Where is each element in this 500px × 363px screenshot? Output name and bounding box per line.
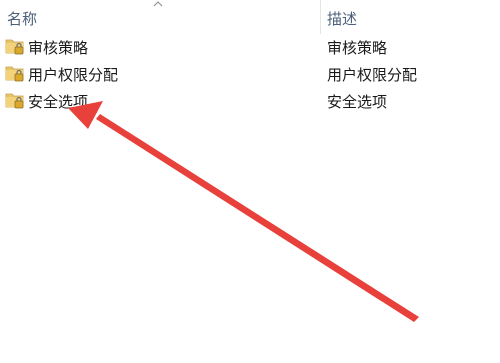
description-column-header[interactable]: 描述 — [321, 0, 500, 34]
folder-lock-icon — [5, 66, 24, 82]
item-name: 安全选项 — [28, 93, 89, 111]
folder-lock-icon — [5, 93, 24, 109]
arrow-shaft — [96, 114, 419, 322]
file-list-view: 名称 描述 审核策略 审核策略 用户权限分配 用户权限分配 安全选项 安全选项 — [0, 0, 500, 363]
list-item-audit-policy[interactable]: 审核策略 审核策略 — [0, 33, 500, 60]
list-item-security-options[interactable]: 安全选项 安全选项 — [0, 87, 500, 114]
item-name: 用户权限分配 — [28, 66, 119, 84]
item-name: 审核策略 — [28, 39, 89, 57]
column-header-bar: 名称 描述 — [0, 0, 500, 34]
item-description: 安全选项 — [327, 93, 388, 111]
item-description: 用户权限分配 — [327, 66, 418, 84]
description-column-label: 描述 — [327, 10, 358, 28]
name-column-label: 名称 — [7, 10, 38, 28]
sort-ascending-icon — [153, 1, 163, 7]
folder-lock-icon — [5, 39, 24, 55]
item-description: 审核策略 — [327, 39, 388, 57]
list-item-user-rights-assignment[interactable]: 用户权限分配 用户权限分配 — [0, 60, 500, 87]
